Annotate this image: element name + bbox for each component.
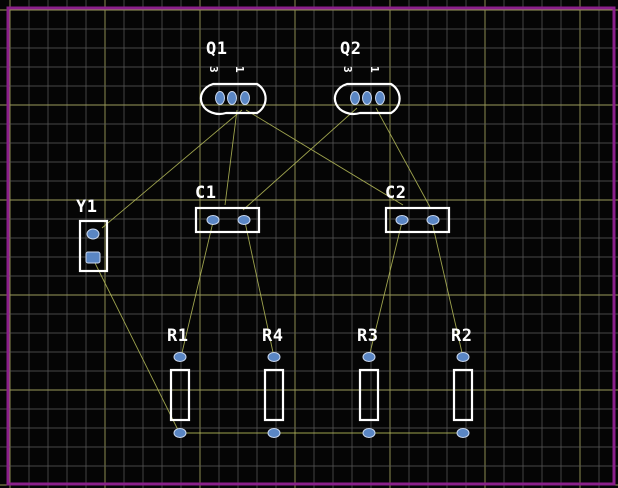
q2-pin-labels: 3: [341, 66, 354, 73]
q1-pin-labels: 1: [233, 66, 246, 73]
c2-refdes: C2: [385, 183, 406, 203]
c1-pad-2[interactable]: [237, 215, 251, 225]
q1-pin-label: 3: [207, 66, 220, 73]
q2-pin-labels: 1: [368, 66, 381, 73]
y1-pad-1[interactable]: [86, 228, 100, 240]
r1-refdes: R1: [167, 326, 188, 346]
y1-pad-2[interactable]: [85, 251, 101, 264]
r3-pad-1[interactable]: [362, 352, 376, 362]
r4-pad-1[interactable]: [267, 352, 281, 362]
q1-pad-1[interactable]: [215, 91, 225, 105]
q2-pad-1[interactable]: [350, 91, 360, 105]
q2-refdes: Q2: [340, 39, 361, 59]
r4-pad-2[interactable]: [267, 428, 281, 438]
pcb-layout-canvas[interactable]: Q1 3 1 Q2 3 1 Y1 C1 C2 R1 R4 R3 R2: [0, 0, 618, 488]
q1-pin-label: 1: [233, 66, 246, 73]
r4-refdes: R4: [262, 326, 283, 346]
y1-refdes: Y1: [76, 197, 97, 217]
r3-pad-2[interactable]: [362, 428, 376, 438]
q2-pad-2[interactable]: [362, 91, 372, 105]
pcb-canvas-svg[interactable]: Q1 3 1 Q2 3 1 Y1 C1 C2 R1 R4 R3 R2: [0, 0, 618, 488]
q1-pin-labels: 3: [207, 66, 220, 73]
r1-pad-1[interactable]: [173, 352, 187, 362]
q2-pin-label: 3: [341, 66, 354, 73]
q1-refdes: Q1: [206, 39, 227, 59]
r2-refdes: R2: [451, 326, 472, 346]
q1-pad-3[interactable]: [240, 91, 250, 105]
c1-pad-1[interactable]: [206, 215, 220, 225]
c1-refdes: C1: [195, 183, 216, 203]
q2-pin-label: 1: [368, 66, 381, 73]
r2-pad-1[interactable]: [456, 352, 470, 362]
r1-pad-2[interactable]: [173, 428, 187, 438]
r3-refdes: R3: [357, 326, 378, 346]
c2-pad-1[interactable]: [395, 215, 409, 225]
q2-pad-3[interactable]: [375, 91, 385, 105]
c2-pad-2[interactable]: [426, 215, 440, 225]
r2-pad-2[interactable]: [456, 428, 470, 438]
canvas-background: [0, 0, 618, 488]
q1-pad-2[interactable]: [227, 91, 237, 105]
